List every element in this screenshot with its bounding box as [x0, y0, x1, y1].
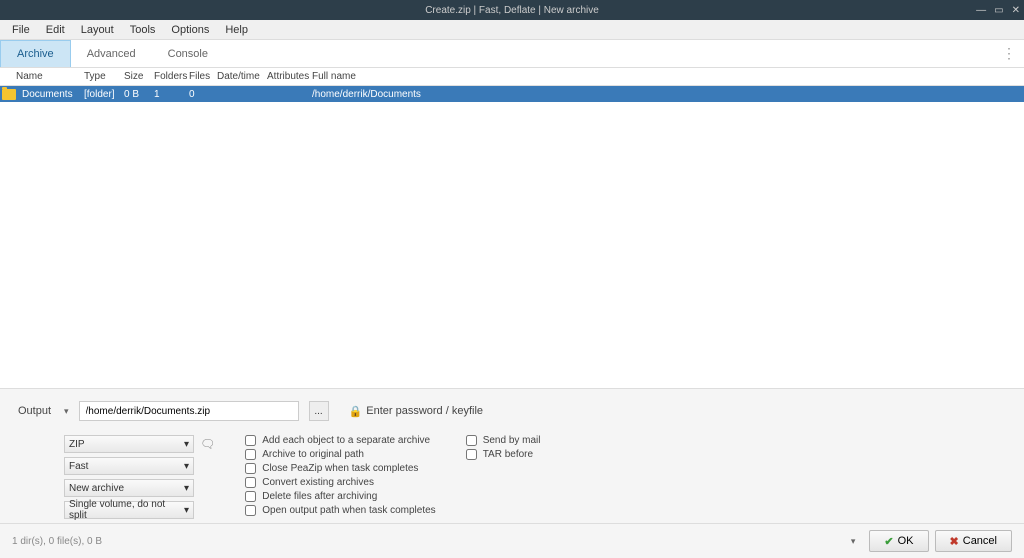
col-header-name[interactable]: Name [0, 71, 80, 82]
menu-layout[interactable]: Layout [73, 22, 122, 38]
format-dropdown[interactable]: ZIP▾ [64, 435, 194, 453]
cell-type: [folder] [80, 89, 120, 100]
output-dropdown-icon[interactable]: ▾ [64, 406, 69, 417]
checkbox-tar-before[interactable]: TAR before [466, 449, 541, 460]
tab-archive[interactable]: Archive [0, 40, 71, 67]
checkbox-original-path[interactable]: Archive to original path [245, 449, 435, 460]
browse-button[interactable]: ... [309, 401, 329, 421]
status-text: 1 dir(s), 0 file(s), 0 B [12, 536, 102, 547]
close-icon[interactable]: ✕ [1012, 5, 1020, 16]
output-label: Output [18, 405, 54, 417]
checkbox-convert[interactable]: Convert existing archives [245, 477, 435, 488]
checkbox-close-peazip[interactable]: Close PeaZip when task completes [245, 463, 435, 474]
cell-fullname: /home/derrik/Documents [308, 89, 393, 100]
table-row[interactable]: Documents [folder] 0 B 1 0 /home/derrik/… [0, 86, 1024, 102]
x-icon: ✖ [950, 535, 959, 548]
minimize-icon[interactable]: — [976, 5, 986, 16]
footer: 1 dir(s), 0 file(s), 0 B ▾ ✔OK ✖Cancel [0, 523, 1024, 558]
lock-icon: 🔒 [349, 405, 363, 418]
file-list[interactable]: Documents [folder] 0 B 1 0 /home/derrik/… [0, 86, 1024, 388]
cancel-button[interactable]: ✖Cancel [935, 530, 1012, 552]
col-header-datetime[interactable]: Date/time [213, 71, 263, 82]
menu-help[interactable]: Help [217, 22, 256, 38]
col-header-attributes[interactable]: Attributes [263, 71, 308, 82]
window-titlebar: Create.zip | Fast, Deflate | New archive… [0, 0, 1024, 20]
checkbox-separate-archive[interactable]: Add each object to a separate archive [245, 435, 435, 446]
checkboxes-column-2: Send by mail TAR before [466, 435, 541, 519]
checkboxes-column-1: Add each object to a separate archive Ar… [245, 435, 435, 519]
action-dropdown[interactable]: New archive▾ [64, 479, 194, 497]
menubar: File Edit Layout Tools Options Help [0, 20, 1024, 40]
footer-actions: ▾ ✔OK ✖Cancel [851, 530, 1012, 552]
menu-tools[interactable]: Tools [122, 22, 164, 38]
ok-button[interactable]: ✔OK [869, 530, 928, 552]
maximize-icon[interactable]: ▭ [994, 5, 1003, 16]
level-dropdown[interactable]: Fast▾ [64, 457, 194, 475]
folder-icon [2, 89, 16, 100]
col-header-files[interactable]: Files [185, 71, 213, 82]
checkbox-delete-after[interactable]: Delete files after archiving [245, 491, 435, 502]
window-controls: — ▭ ✕ [976, 5, 1020, 16]
dropdowns-column: ZIP▾ 🗨 Fast▾ New archive▾ Single volume,… [64, 435, 215, 519]
tabbar: Archive Advanced Console ⋮ [0, 40, 1024, 68]
column-headers: Name Type Size Folders Files Date/time A… [0, 68, 1024, 86]
cell-size: 0 B [120, 89, 150, 100]
cell-name: Documents [18, 89, 80, 100]
tab-menu-icon[interactable]: ⋮ [1002, 45, 1014, 62]
cell-files: 0 [185, 89, 213, 100]
chevron-down-icon: ▾ [184, 483, 189, 494]
bottom-panel: Output ▾ ... 🔒 Enter password / keyfile … [0, 388, 1024, 523]
tab-console[interactable]: Console [152, 40, 224, 67]
chevron-down-icon: ▾ [184, 505, 189, 516]
tab-advanced[interactable]: Advanced [71, 40, 152, 67]
menu-file[interactable]: File [4, 22, 38, 38]
footer-dropdown-icon[interactable]: ▾ [851, 536, 856, 547]
password-section[interactable]: 🔒 Enter password / keyfile [349, 405, 483, 418]
chevron-down-icon: ▾ [184, 461, 189, 472]
col-header-fullname[interactable]: Full name [308, 71, 360, 82]
split-dropdown[interactable]: Single volume, do not split▾ [64, 501, 194, 519]
menu-edit[interactable]: Edit [38, 22, 73, 38]
menu-options[interactable]: Options [163, 22, 217, 38]
comment-icon[interactable]: 🗨 [200, 437, 215, 451]
col-header-type[interactable]: Type [80, 71, 120, 82]
output-row: Output ▾ ... 🔒 Enter password / keyfile [18, 401, 1006, 421]
checkbox-open-output[interactable]: Open output path when task completes [245, 505, 435, 516]
output-path-input[interactable] [79, 401, 299, 421]
col-header-size[interactable]: Size [120, 71, 150, 82]
options-row: ZIP▾ 🗨 Fast▾ New archive▾ Single volume,… [18, 435, 1006, 519]
cell-folders: 1 [150, 89, 185, 100]
checkbox-send-mail[interactable]: Send by mail [466, 435, 541, 446]
chevron-down-icon: ▾ [184, 439, 189, 450]
check-icon: ✔ [884, 535, 893, 548]
password-label: Enter password / keyfile [366, 405, 483, 417]
col-header-folders[interactable]: Folders [150, 71, 185, 82]
window-title: Create.zip | Fast, Deflate | New archive [0, 5, 1024, 16]
